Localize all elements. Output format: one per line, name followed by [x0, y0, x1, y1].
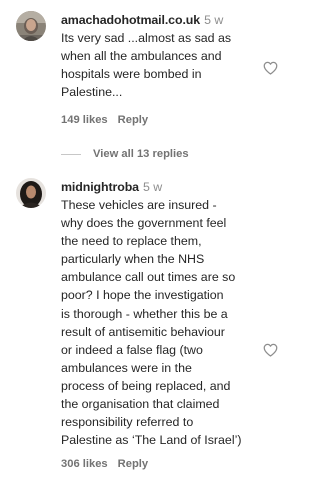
view-replies-label[interactable]: View all 13 replies — [93, 148, 189, 160]
comment-text-line: particularly when the NHS — [61, 252, 205, 267]
comment-text-line: why does the government feel — [61, 216, 227, 231]
comment-text-line: process of being replaced, and — [61, 378, 231, 393]
comment-text-line: responsibility referred to — [61, 415, 194, 430]
profile-photo-icon — [16, 178, 46, 208]
comment-text-line: poor? I hope the investigation — [61, 288, 224, 303]
comment-text-line: ambulance call out times are so — [61, 270, 236, 285]
comment-text-line: is thorough - whether this be a — [61, 306, 228, 321]
profile-photo-icon — [16, 11, 46, 41]
heart-outline-icon[interactable] — [263, 61, 278, 75]
username[interactable]: midnightroba — [61, 180, 139, 194]
comment-text: These vehicles are insured - why does th… — [61, 196, 257, 449]
comment-text-line: ambulances were in the — [61, 360, 192, 375]
replies-divider — [61, 153, 81, 155]
avatar[interactable] — [16, 178, 46, 208]
comment-header: midnightroba 5 w — [61, 178, 257, 196]
comment-text-line: Palestine as ‘The Land of Israel’) — [61, 433, 242, 448]
comment-text-line: Its very sad ...almost as sad as — [61, 31, 232, 45]
comment-text: Its very sad ...almost as sad as when al… — [61, 29, 257, 101]
timestamp: 5 w — [142, 180, 163, 194]
username[interactable]: amachadohotmail.co.uk — [61, 13, 200, 27]
comment-text-line: the need to replace them, — [61, 234, 202, 249]
likes-count[interactable]: 306 likes — [61, 458, 108, 470]
comment-meta: 149 likes Reply — [61, 114, 148, 126]
comment-text-line: when all the ambulances and — [61, 49, 222, 64]
heart-outline-icon[interactable] — [263, 343, 278, 357]
comment-text-line: Palestine... — [61, 85, 123, 100]
view-replies-button[interactable]: View all 13 replies — [61, 147, 189, 161]
comment-body: midnightroba 5 w These vehicles are insur… — [61, 178, 257, 449]
comment-text-line: result of antisemitic behaviour — [61, 324, 225, 339]
reply-button[interactable]: Reply — [118, 458, 148, 470]
avatar[interactable] — [16, 11, 46, 41]
timestamp: 5 w — [204, 13, 224, 27]
comment-text-line: hospitals were bombed in — [61, 67, 202, 82]
comment-text-line: These vehicles are insured - — [61, 198, 217, 212]
comment-header: amachadohotmail.co.uk 5 w — [61, 11, 257, 29]
comment-body: amachadohotmail.co.uk 5 w Its very sad ..… — [61, 11, 257, 101]
comment-text-line: or indeed a false flag (two — [61, 342, 203, 357]
reply-button[interactable]: Reply — [118, 114, 148, 126]
comment-text-line: the organisation that claimed — [61, 397, 220, 412]
comment-meta: 306 likes Reply — [61, 458, 148, 470]
likes-count[interactable]: 149 likes — [61, 114, 108, 126]
